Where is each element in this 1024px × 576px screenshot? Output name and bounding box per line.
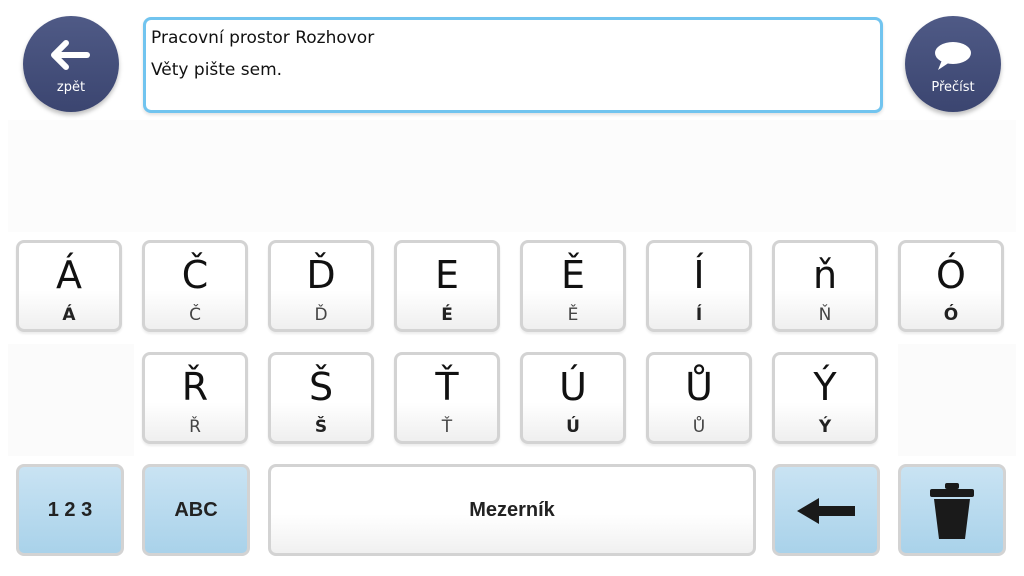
key-a-acute[interactable]: Á Á xyxy=(16,240,122,332)
key-sub-glyph: Ě xyxy=(567,305,579,325)
key-main-glyph: Ď xyxy=(306,253,336,297)
key-n-caron[interactable]: ň Ň xyxy=(772,240,878,332)
key-s-caron[interactable]: Š Š xyxy=(268,352,374,444)
space-bar[interactable]: Mezerník xyxy=(268,464,756,556)
key-main-glyph: Ú xyxy=(559,365,587,409)
arrow-left-icon xyxy=(23,40,119,74)
key-sub-glyph: Š xyxy=(314,417,328,437)
key-e[interactable]: E É xyxy=(394,240,500,332)
key-t-caron[interactable]: Ť Ť xyxy=(394,352,500,444)
key-sub-glyph: Ď xyxy=(314,305,328,325)
message-textbox[interactable]: Pracovní prostor Rozhovor Věty pište sem… xyxy=(143,17,883,113)
backspace-button[interactable] xyxy=(772,464,880,556)
key-i-acute[interactable]: Í Í xyxy=(646,240,752,332)
key-main-glyph: Ě xyxy=(560,253,585,297)
key-main-glyph: Ó xyxy=(936,253,966,297)
empty-key-slot xyxy=(898,344,1016,456)
key-u-ring[interactable]: Ů Ů xyxy=(646,352,752,444)
key-r-caron[interactable]: Ř Ř xyxy=(142,352,248,444)
key-sub-glyph: Ř xyxy=(189,417,201,437)
key-main-glyph: Ř xyxy=(181,365,209,409)
workspace-placeholder: Věty pište sem. xyxy=(151,60,283,80)
numbers-button[interactable]: 1 2 3 xyxy=(16,464,124,556)
key-sub-glyph: Ů xyxy=(692,417,706,437)
key-y-acute[interactable]: Ý Ý xyxy=(772,352,878,444)
key-main-glyph: Ů xyxy=(685,365,713,409)
key-d-caron[interactable]: Ď Ď xyxy=(268,240,374,332)
key-main-glyph: Č xyxy=(181,253,209,297)
read-aloud-button[interactable]: Přečíst xyxy=(905,16,1001,112)
back-button-label: zpět xyxy=(56,80,86,95)
key-o-acute[interactable]: Ó Ó xyxy=(898,240,1004,332)
key-main-glyph: E xyxy=(434,253,459,297)
empty-key-slot xyxy=(8,344,134,456)
key-sub-glyph: É xyxy=(441,305,453,325)
key-sub-glyph: Ó xyxy=(943,305,959,325)
key-main-glyph: Í xyxy=(693,253,705,297)
key-sub-glyph: Á xyxy=(62,305,76,325)
key-sub-glyph: Ú xyxy=(566,417,580,437)
speech-bubble-icon xyxy=(905,40,1001,76)
backspace-arrow-icon xyxy=(795,496,857,526)
key-e-caron[interactable]: Ě Ě xyxy=(520,240,626,332)
key-main-glyph: Ý xyxy=(813,365,837,409)
key-main-glyph: Š xyxy=(308,365,334,409)
workspace-title: Pracovní prostor Rozhovor xyxy=(151,28,375,48)
read-aloud-label: Přečíst xyxy=(931,80,975,95)
trash-icon xyxy=(927,481,977,541)
back-button[interactable]: zpět xyxy=(23,16,119,112)
key-u-acute[interactable]: Ú Ú xyxy=(520,352,626,444)
key-sub-glyph: Ň xyxy=(818,305,832,325)
key-sub-glyph: Ý xyxy=(818,417,832,437)
key-sub-glyph: Ť xyxy=(441,417,453,437)
key-main-glyph: Á xyxy=(56,253,82,297)
key-main-glyph: ň xyxy=(812,253,838,297)
key-main-glyph: Ť xyxy=(435,365,459,409)
delete-all-button[interactable] xyxy=(898,464,1006,556)
key-c-caron[interactable]: Č Č xyxy=(142,240,248,332)
abc-button[interactable]: ABC xyxy=(142,464,250,556)
key-sub-glyph: Í xyxy=(695,305,703,325)
suggestion-area xyxy=(8,120,1016,232)
key-sub-glyph: Č xyxy=(189,305,201,325)
